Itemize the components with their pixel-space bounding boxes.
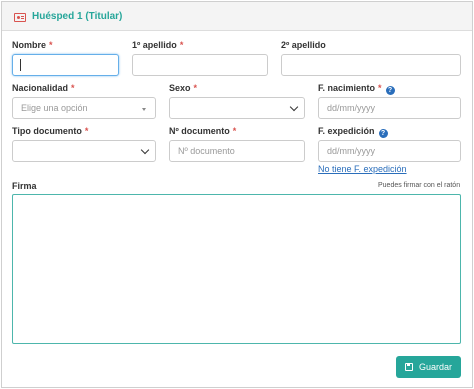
chevron-down-icon [140,145,150,155]
required-mark: * [193,83,198,93]
text-cursor [20,59,21,71]
help-icon[interactable]: ? [378,129,388,138]
required-mark: * [232,126,237,136]
nacionalidad-select[interactable]: Elige una opción [12,97,156,119]
sexo-select[interactable] [169,97,305,119]
apellido1-input[interactable] [132,54,268,76]
apellido2-input[interactable] [281,54,461,76]
floppy-disk-icon [405,363,413,371]
save-button-label: Guardar [418,362,452,372]
nacionalidad-placeholder: Elige una opción [21,103,88,113]
nacimiento-input[interactable]: dd/mm/yyyy [318,97,461,119]
nombre-input[interactable] [12,54,119,76]
help-icon[interactable]: ? [385,86,395,95]
required-mark: * [179,40,184,50]
nombre-label: Nombre * [12,40,53,50]
nacimiento-label: F. nacimiento *? [318,83,395,95]
firma-label: Firma [12,181,37,191]
tipo-documento-select[interactable] [12,140,156,162]
chevron-down-icon [289,102,299,112]
expedicion-label: F. expedición? [318,126,388,138]
required-mark: * [84,126,89,136]
num-documento-placeholder: Nº documento [178,146,235,156]
panel-title: Huésped 1 (Titular) [32,11,123,22]
required-mark: * [49,40,53,50]
signature-pad[interactable] [12,194,461,344]
sexo-label: Sexo * [169,83,198,93]
num-documento-label: Nº documento * [169,126,237,136]
required-mark: * [378,83,382,93]
panel-header: Huésped 1 (Titular) [2,2,472,31]
apellido1-label: 1º apellido * [132,40,184,50]
no-expedicion-link[interactable]: No tiene F. expedición [318,164,407,174]
apellido2-label: 2º apellido [281,40,326,50]
expedicion-input[interactable]: dd/mm/yyyy [318,140,461,162]
id-card-icon [14,13,26,22]
caret-down-icon [142,108,146,111]
num-documento-input[interactable]: Nº documento [169,140,305,162]
required-mark: * [71,83,75,93]
save-button[interactable]: Guardar [396,356,461,378]
firma-hint: Puedes firmar con el ratón [378,182,461,189]
nacionalidad-label: Nacionalidad * [12,83,75,93]
nacimiento-placeholder: dd/mm/yyyy [327,103,376,113]
tipo-documento-label: Tipo documento * [12,126,89,136]
expedicion-placeholder: dd/mm/yyyy [327,146,376,156]
